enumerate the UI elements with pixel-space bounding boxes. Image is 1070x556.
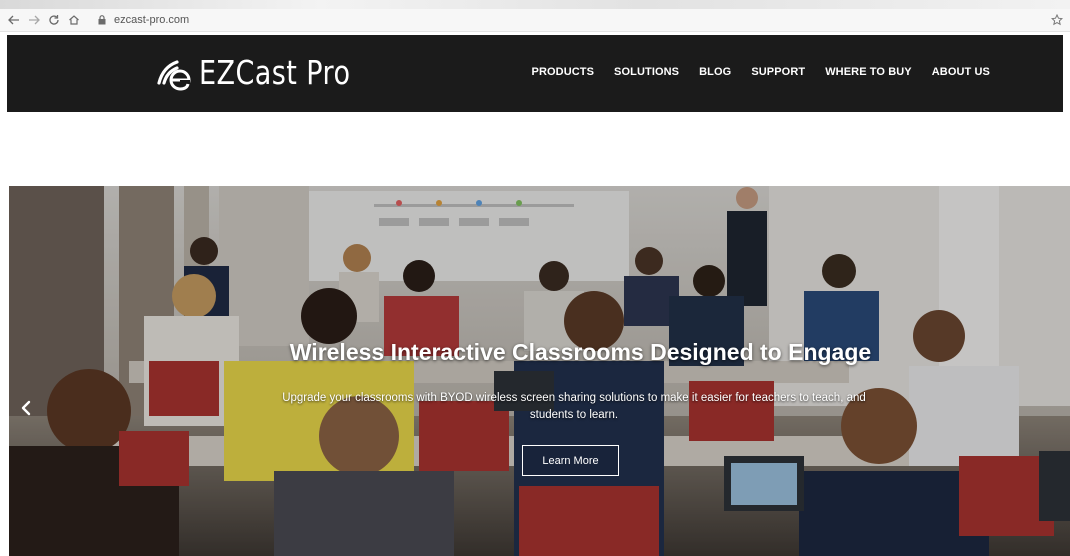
browser-toolbar: ezcast-pro.com [0,9,1070,32]
hero-dark-overlay [9,186,1070,556]
back-arrow-icon[interactable] [4,10,24,30]
forward-arrow-icon[interactable] [24,10,44,30]
address-bar-url[interactable]: ezcast-pro.com [114,14,189,26]
learn-more-button[interactable]: Learn More [522,445,619,476]
nav-products[interactable]: PRODUCTS [532,66,595,78]
site-logo[interactable]: EZCast Pro [153,53,384,93]
nav-blog[interactable]: BLOG [699,66,731,78]
lock-icon [96,13,108,27]
hero-slider: Wireless Interactive Classrooms Designed… [9,186,1070,556]
nav-solutions[interactable]: SOLUTIONS [614,66,679,78]
hero-subtitle-line-2: students to learn. [529,409,619,421]
hero-title: Wireless Interactive Classrooms Designed… [289,339,872,365]
logo-text: EZCast Pro [199,53,351,92]
ezcast-logo-icon [157,60,191,91]
reload-icon[interactable] [44,10,64,30]
main-navigation: PRODUCTS SOLUTIONS BLOG SUPPORT WHERE TO… [512,66,990,78]
nav-support[interactable]: SUPPORT [751,66,805,78]
home-icon[interactable] [64,10,84,30]
site-header: EZCast Pro PRODUCTS SOLUTIONS BLOG SUPPO… [7,35,1063,112]
browser-top-edge [0,0,1070,9]
nav-where-to-buy[interactable]: WHERE TO BUY [825,66,912,78]
slider-prev-arrow-icon[interactable] [17,396,35,420]
hero-subtitle-line-1: Upgrade your classrooms with BYOD wirele… [282,392,866,404]
hero-subtitle: Upgrade your classrooms with BYOD wirele… [231,390,917,424]
nav-about-us[interactable]: ABOUT US [932,66,990,78]
bookmark-star-icon[interactable] [1050,13,1064,27]
